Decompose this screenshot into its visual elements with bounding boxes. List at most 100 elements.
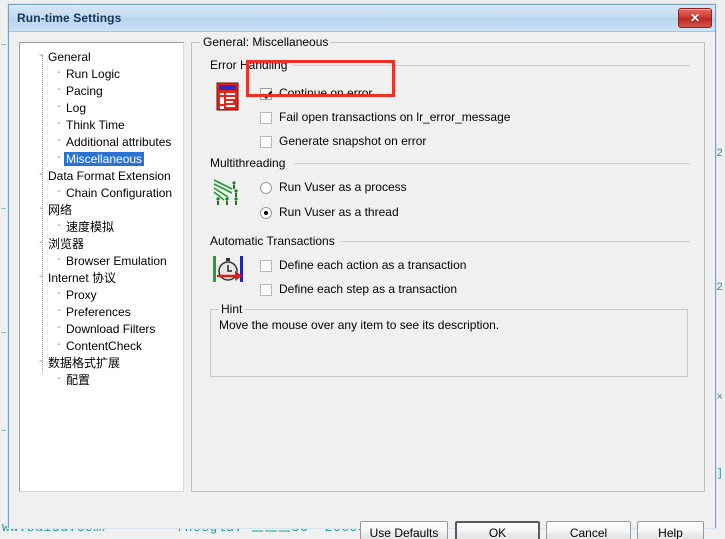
- label-define-action-transaction: Define each action as a transaction: [279, 258, 467, 272]
- help-label: Help: [658, 526, 683, 539]
- tree-branch-icon: ‐: [55, 254, 62, 266]
- tree-item-pacing[interactable]: ‐ Pacing: [20, 82, 183, 99]
- tree-item-internet[interactable]: ‐ Internet 协议: [20, 269, 183, 286]
- stopwatch-icon: [212, 254, 243, 284]
- tree-branch-icon: ‐: [37, 271, 44, 283]
- tree-item-download-filters[interactable]: ‐ Download Filters: [20, 320, 183, 337]
- option-define-step-transaction[interactable]: Define each step as a transaction: [260, 283, 457, 296]
- checkbox-fail-open-transactions[interactable]: [260, 111, 272, 124]
- option-continue-on-error[interactable]: Continue on error: [260, 87, 372, 100]
- tree-branch-icon: ‐: [55, 186, 62, 198]
- hint-title: Hint: [218, 302, 246, 316]
- window-title: Run-time Settings: [17, 11, 122, 25]
- tree-list: ‐ General ‐ Run Logic ‐ Pacing ‐ Log ‐ Think Time…: [20, 43, 183, 388]
- tree-item-label: Pacing: [66, 83, 103, 98]
- tree-branch-icon: ‐: [37, 169, 44, 181]
- tree-item-[interactable]: ‐ 速度模拟: [20, 218, 183, 235]
- tree-item-[interactable]: ‐ 数据格式扩展: [20, 354, 183, 371]
- automatic-transactions-section: Automatic Transactions: [210, 234, 690, 248]
- dialog-body: ‐ General ‐ Run Logic ‐ Pacing ‐ Log ‐ Think Time…: [9, 32, 715, 539]
- tree-branch-icon: ‐: [55, 84, 62, 96]
- automatic-transactions-title: Automatic Transactions: [210, 234, 341, 248]
- use-defaults-button[interactable]: Use Defaults: [360, 521, 448, 539]
- radio-run-as-thread[interactable]: [260, 206, 272, 219]
- tree-item-label: Think Time: [66, 117, 125, 132]
- tree-item-label: General: [48, 49, 91, 64]
- tree-item-label: ContentCheck: [66, 338, 143, 353]
- cancel-button[interactable]: Cancel: [546, 521, 631, 539]
- tree-item-additional-attributes[interactable]: ‐ Additional attributes: [20, 133, 183, 150]
- tree-item-think-time[interactable]: ‐ Think Time: [20, 116, 183, 133]
- label-define-step-transaction: Define each step as a transaction: [279, 282, 458, 296]
- tree-branch-icon: ‐: [37, 203, 44, 215]
- error-handling-title: Error Handling: [210, 58, 294, 72]
- option-generate-snapshot[interactable]: Generate snapshot on error: [260, 135, 426, 148]
- tree-item-label: Run Logic: [66, 66, 121, 81]
- tree-branch-icon: ‐: [37, 237, 44, 249]
- tree-item-label: Miscellaneous: [64, 151, 145, 166]
- tree-item-label: 数据格式扩展: [48, 355, 121, 370]
- tree-item-proxy[interactable]: ‐ Proxy: [20, 286, 183, 303]
- tree-item-run-logic[interactable]: ‐ Run Logic: [20, 65, 183, 82]
- screen: 2 2 1× ] ww.baidu.com/ fhssglu. 兰兰兰SG 20…: [0, 0, 725, 539]
- option-fail-open-transactions[interactable]: Fail open transactions on lr_error_messa…: [260, 111, 510, 124]
- ok-label: OK: [488, 526, 507, 539]
- option-run-as-process[interactable]: Run Vuser as a process: [260, 181, 407, 194]
- tree-item-label: Download Filters: [66, 321, 156, 336]
- hint-box: Hint Move the mouse over any item to see…: [210, 302, 688, 377]
- close-button[interactable]: ✕: [678, 8, 712, 28]
- checkbox-continue-on-error[interactable]: [260, 87, 272, 100]
- tree-item-data-format-extension[interactable]: ‐ Data Format Extension: [20, 167, 183, 184]
- tree-branch-icon: ‐: [55, 322, 62, 334]
- tree-branch-icon: ‐: [55, 152, 62, 164]
- tree-item-label: 速度模拟: [66, 219, 115, 234]
- tree-item-[interactable]: ‐ 浏览器: [20, 235, 183, 252]
- error-document-icon: [214, 81, 244, 111]
- close-icon: ✕: [689, 11, 701, 25]
- tree-branch-icon: ‐: [55, 373, 62, 385]
- background-left-edge: [0, 0, 6, 539]
- tree-item-miscellaneous[interactable]: ‐ Miscellaneous: [20, 150, 183, 167]
- label-generate-snapshot: Generate snapshot on error: [279, 134, 427, 148]
- tree-item-log[interactable]: ‐ Log: [20, 99, 183, 116]
- title-bar: Run-time Settings ✕: [9, 5, 715, 32]
- tree-item-[interactable]: ‐ 网络: [20, 201, 183, 218]
- radio-run-as-process[interactable]: [260, 181, 272, 194]
- tree-item-label: 网络: [48, 202, 73, 217]
- checkbox-define-action-transaction[interactable]: [260, 259, 272, 272]
- tree-branch-icon: ‐: [55, 305, 62, 317]
- tree-item-chain-configuration[interactable]: ‐ Chain Configuration: [20, 184, 183, 201]
- tree-item-label: 配置: [66, 372, 91, 387]
- option-define-action-transaction[interactable]: Define each action as a transaction: [260, 259, 466, 272]
- tree-item-general[interactable]: ‐ General: [20, 48, 183, 65]
- tree-branch-icon: ‐: [55, 220, 62, 232]
- tree-branch-icon: ‐: [37, 356, 44, 368]
- help-button[interactable]: Help: [637, 521, 704, 539]
- label-run-as-thread: Run Vuser as a thread: [279, 205, 399, 219]
- tree-branch-icon: ‐: [55, 288, 62, 300]
- tree-item-preferences[interactable]: ‐ Preferences: [20, 303, 183, 320]
- multithreading-title: Multithreading: [210, 156, 292, 170]
- tree-item-[interactable]: ‐ 配置: [20, 371, 183, 388]
- tree-item-label: Browser Emulation: [66, 253, 167, 268]
- tree-branch-icon: ‐: [55, 339, 62, 351]
- tree-item-label: Preferences: [66, 304, 131, 319]
- tree-item-browser-emulation[interactable]: ‐ Browser Emulation: [20, 252, 183, 269]
- threads-icon: [212, 176, 242, 206]
- general-miscellaneous-group: General: Miscellaneous Error Handling Co…: [191, 35, 705, 492]
- tree-item-label: Chain Configuration: [66, 185, 173, 200]
- use-defaults-label: Use Defaults: [369, 526, 439, 539]
- settings-tree-panel[interactable]: ‐ General ‐ Run Logic ‐ Pacing ‐ Log ‐ Think Time…: [19, 42, 184, 492]
- checkbox-generate-snapshot[interactable]: [260, 135, 272, 148]
- tree-item-label: Additional attributes: [66, 134, 172, 149]
- cancel-label: Cancel: [569, 526, 608, 539]
- tree-branch-icon: ‐: [37, 50, 44, 62]
- checkbox-define-step-transaction[interactable]: [260, 283, 272, 296]
- option-run-as-thread[interactable]: Run Vuser as a thread: [260, 206, 399, 219]
- hint-text: Move the mouse over any item to see its …: [219, 318, 500, 332]
- label-continue-on-error: Continue on error: [279, 86, 373, 100]
- tree-branch-icon: ‐: [55, 67, 62, 79]
- multithreading-section: Multithreading: [210, 156, 690, 170]
- ok-button[interactable]: OK: [455, 521, 540, 539]
- tree-item-contentcheck[interactable]: ‐ ContentCheck: [20, 337, 183, 354]
